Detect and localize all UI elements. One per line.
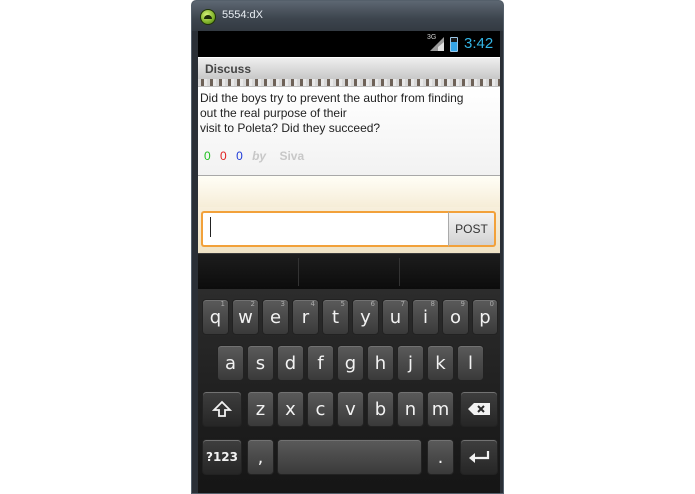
- status-clock: 3:42: [464, 35, 494, 52]
- page-title: Discuss: [205, 62, 252, 76]
- key-d[interactable]: d: [277, 345, 304, 381]
- enter-icon: [469, 451, 490, 463]
- key-x[interactable]: x: [277, 391, 304, 427]
- backspace-icon: [468, 403, 490, 415]
- post-stats: 0 0 0 by Siva: [204, 149, 310, 163]
- question-text: Did the boys try to prevent the author f…: [200, 91, 464, 135]
- key-k[interactable]: k: [427, 345, 454, 381]
- key-h[interactable]: h: [367, 345, 394, 381]
- question-card: Did the boys try to prevent the author f…: [198, 87, 500, 175]
- key-w[interactable]: w2: [232, 299, 259, 335]
- key-y[interactable]: y6: [352, 299, 379, 335]
- key-c[interactable]: c: [307, 391, 334, 427]
- suggestion-strip[interactable]: [198, 253, 500, 289]
- key-q[interactable]: q1: [202, 299, 229, 335]
- app-title-bar: Discuss: [198, 57, 500, 79]
- key-r[interactable]: r4: [292, 299, 319, 335]
- blue-count: 0: [236, 149, 243, 163]
- post-button[interactable]: POST: [448, 211, 496, 247]
- key-t[interactable]: t5: [322, 299, 349, 335]
- delete-key[interactable]: [460, 391, 498, 427]
- key-o[interactable]: o9: [442, 299, 469, 335]
- key-n[interactable]: n: [397, 391, 424, 427]
- android-icon: [200, 9, 216, 25]
- by-label: by: [252, 149, 267, 163]
- shift-key[interactable]: [202, 391, 242, 427]
- key-m[interactable]: m: [427, 391, 454, 427]
- suggestion-divider: [399, 258, 400, 286]
- key-a[interactable]: a: [217, 345, 244, 381]
- enter-key[interactable]: [460, 439, 498, 475]
- space-key[interactable]: [277, 439, 422, 475]
- text-cursor: [210, 217, 211, 237]
- author-name: Siva: [279, 149, 305, 163]
- key-i[interactable]: i8: [412, 299, 439, 335]
- battery-icon: [450, 37, 458, 52]
- suggestion-divider: [298, 258, 299, 286]
- shift-icon: [212, 400, 232, 417]
- comma-key[interactable]: ,: [247, 439, 274, 475]
- comments-area: [198, 175, 500, 207]
- period-key[interactable]: .: [427, 439, 454, 475]
- key-z[interactable]: z: [247, 391, 274, 427]
- key-l[interactable]: l: [457, 345, 484, 381]
- key-p[interactable]: p0: [472, 299, 498, 335]
- key-j[interactable]: j: [397, 345, 424, 381]
- key-v[interactable]: v: [337, 391, 364, 427]
- emulator-window: 5554:dX 3G 3:42 Discuss Did the boys try…: [191, 0, 504, 494]
- signal-icon: [430, 37, 444, 51]
- red-count: 0: [220, 149, 227, 163]
- green-count: 0: [204, 149, 211, 163]
- soft-keyboard: q1 w2 e3 r4 t5 y6 u7 i8 o9 p0 a s d f g …: [198, 289, 500, 493]
- key-g[interactable]: g: [337, 345, 364, 381]
- key-b[interactable]: b: [367, 391, 394, 427]
- notebook-spiral-decoration: [198, 79, 500, 87]
- key-u[interactable]: u7: [382, 299, 409, 335]
- key-f[interactable]: f: [307, 345, 334, 381]
- compose-bar: POST: [198, 207, 500, 253]
- comment-input[interactable]: [201, 211, 448, 247]
- key-s[interactable]: s: [247, 345, 274, 381]
- window-title-bar[interactable]: 5554:dX: [192, 1, 503, 31]
- window-title: 5554:dX: [222, 9, 263, 21]
- device-screen: 3G 3:42 Discuss Did the boys try to prev…: [198, 31, 500, 493]
- key-e[interactable]: e3: [262, 299, 289, 335]
- symbols-key[interactable]: ?123: [202, 439, 242, 475]
- status-bar: 3G 3:42: [198, 31, 500, 57]
